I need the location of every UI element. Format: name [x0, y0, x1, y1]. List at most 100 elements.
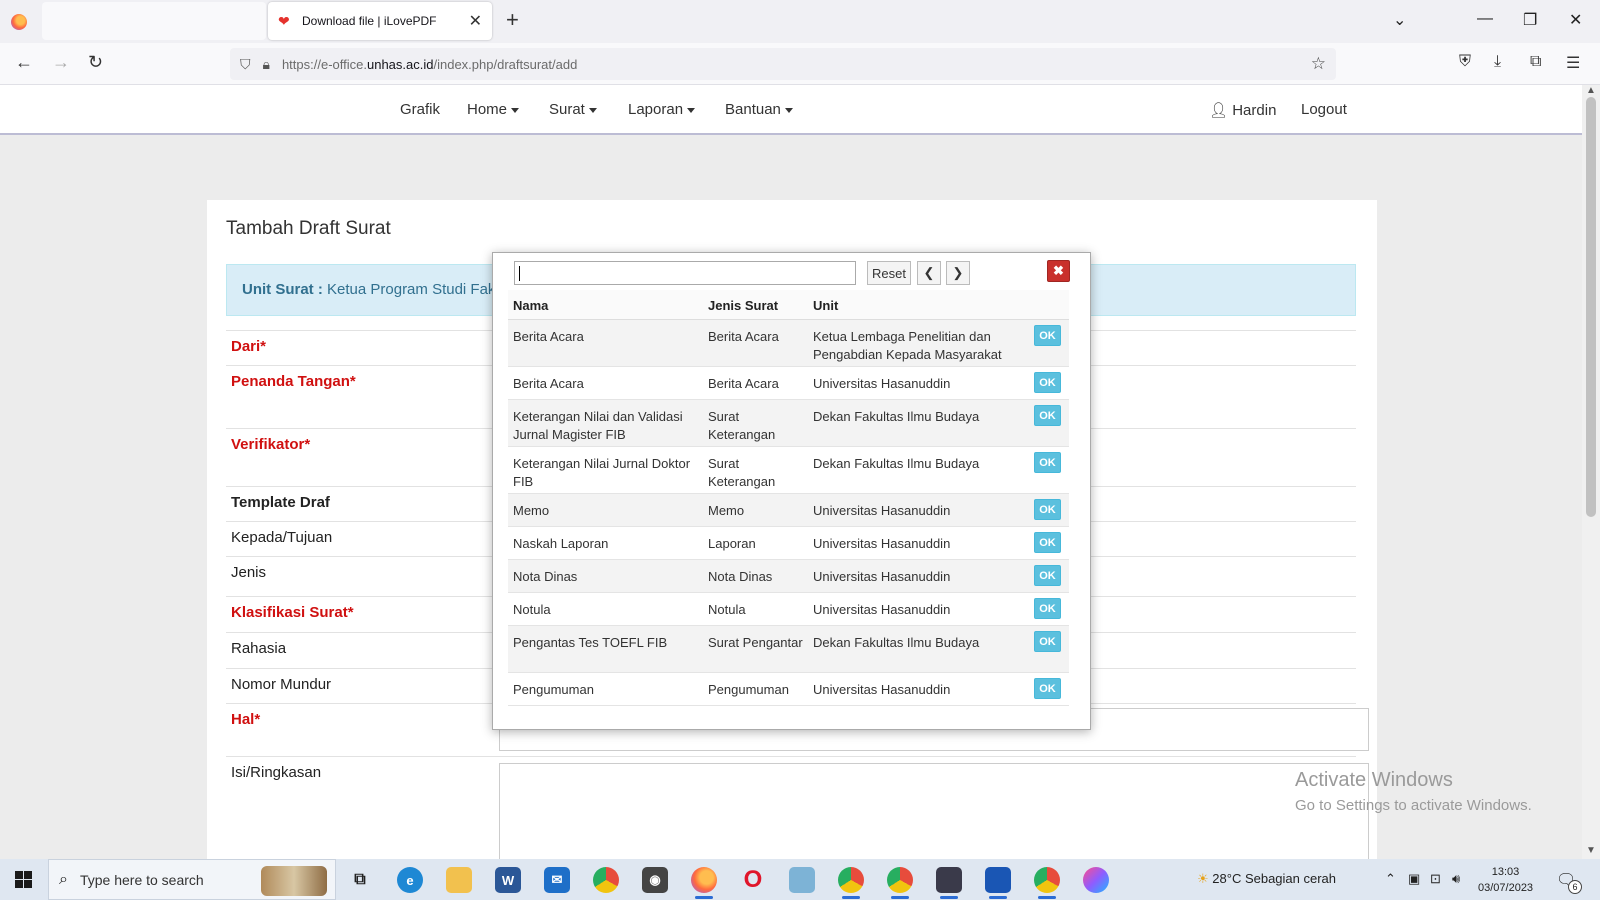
browser-tabbar: ❤ Download file | iLovePDF ✕ + ⌄ — ❐ ✕ — [0, 0, 1600, 43]
firefox-taskbar-icon[interactable] — [691, 867, 717, 899]
scroll-up-icon[interactable]: ▲ — [1586, 85, 1596, 96]
user-menu[interactable]: 👤︎ Hardin — [1209, 101, 1276, 119]
list-tabs-icon[interactable]: ⌄ — [1393, 10, 1406, 30]
word-icon[interactable]: W — [495, 867, 521, 893]
browser-tab-inactive[interactable] — [42, 2, 266, 40]
browser-tab-active[interactable]: ❤ Download file | iLovePDF ✕ — [268, 2, 492, 40]
chrome-profile-u-icon[interactable] — [838, 867, 864, 899]
browser-app-icon[interactable] — [1083, 867, 1109, 893]
extensions-icon[interactable]: ⧉ — [1530, 53, 1541, 71]
nav-surat[interactable]: Surat — [549, 101, 597, 118]
taskbar-clock[interactable]: 13:03 03/07/2023 — [1478, 864, 1533, 896]
label-penanda-tangan: Penanda Tangan* — [231, 373, 356, 390]
nav-laporan[interactable]: Laporan — [628, 101, 696, 118]
activate-windows-title: Activate Windows — [1295, 769, 1453, 791]
ok-select-button[interactable]: OK — [1034, 405, 1061, 426]
cell-unit: Universitas Hasanuddin — [813, 682, 951, 697]
meeting-app-icon[interactable] — [985, 867, 1011, 899]
previous-page-button[interactable]: ❮ — [917, 261, 941, 285]
scroll-thumb[interactable] — [1586, 97, 1596, 517]
caret-down-icon — [511, 107, 520, 113]
edge-icon[interactable]: e — [397, 867, 423, 893]
cell-unit: Dekan Fakultas Ilmu Budaya — [813, 635, 980, 650]
ok-select-button[interactable]: OK — [1034, 325, 1061, 346]
picker-table-row: Pengumuman Pengumuman Universitas Hasanudd… — [508, 673, 1069, 706]
opera-icon[interactable]: O — [740, 866, 766, 893]
close-window-icon[interactable]: ✕ — [1569, 10, 1582, 30]
task-view-icon[interactable]: ⧉ — [347, 867, 373, 893]
restore-icon[interactable]: ❐ — [1523, 10, 1537, 30]
caret-down-icon — [588, 107, 597, 113]
taskbar-search[interactable]: ⌕ Type here to search — [48, 859, 336, 900]
ok-select-button[interactable]: OK — [1034, 565, 1061, 586]
ok-select-button[interactable]: OK — [1034, 678, 1061, 699]
ilovepdf-heart-icon: ❤ — [278, 12, 290, 29]
ok-select-button[interactable]: OK — [1034, 499, 1061, 520]
pocket-icon[interactable]: ⛨ — [1459, 53, 1471, 71]
scroll-down-icon[interactable]: ▼ — [1586, 845, 1596, 856]
nav-bantuan[interactable]: Bantuan — [725, 101, 793, 118]
row-isi: Isi/Ringkasan — [226, 756, 1369, 859]
cell-nama: Keterangan Nilai Jurnal Doktor FIB — [513, 456, 691, 489]
meet-now-icon[interactable]: ▣ — [1408, 871, 1420, 887]
ok-select-button[interactable]: OK — [1034, 631, 1061, 652]
chrome-profile-2-icon[interactable] — [887, 867, 913, 899]
lock-icon[interactable]: 🔒︎ — [263, 56, 270, 73]
close-dialog-button[interactable]: ✖ — [1047, 260, 1070, 282]
cell-jenis: Memo — [708, 503, 745, 518]
camera-icon[interactable]: ◉ — [642, 867, 668, 893]
printer-app-icon[interactable] — [936, 867, 962, 899]
caret-down-icon — [687, 107, 696, 113]
downloads-icon[interactable]: ⤓ — [1494, 53, 1501, 71]
show-hidden-icons-icon[interactable]: ⌃ — [1385, 871, 1396, 887]
network-icon[interactable]: ⊡ — [1430, 871, 1441, 887]
nav-grafik[interactable]: Grafik — [400, 101, 440, 118]
url-bar[interactable]: ⛉ 🔒︎ https://e-office.unhas.ac.id/index.… — [230, 48, 1336, 80]
notes-app-icon[interactable] — [789, 867, 815, 893]
reload-icon[interactable]: ↻ — [88, 52, 103, 73]
picker-table-row: Naskah Laporan Laporan Universitas Hasanud… — [508, 527, 1069, 560]
cell-nama: Pengumuman — [513, 682, 594, 697]
nav-home[interactable]: Home — [467, 101, 520, 118]
picker-table-row: Nota Dinas Nota Dinas Universitas Hasanudd… — [508, 560, 1069, 593]
cell-unit: Universitas Hasanuddin — [813, 503, 951, 518]
menu-icon[interactable]: ☰ — [1566, 53, 1580, 73]
next-page-button[interactable]: ❯ — [946, 261, 970, 285]
shield-icon[interactable]: ⛉ — [240, 56, 251, 73]
close-tab-icon[interactable]: ✕ — [469, 11, 482, 31]
logout-link[interactable]: Logout — [1301, 101, 1347, 118]
ok-select-button[interactable]: OK — [1034, 372, 1061, 393]
cell-unit: Universitas Hasanuddin — [813, 569, 951, 584]
isi-textarea[interactable] — [499, 763, 1369, 859]
back-icon[interactable]: ← — [15, 52, 33, 73]
chrome-profile-h-icon[interactable] — [1034, 867, 1060, 899]
forward-icon[interactable]: → — [52, 52, 70, 73]
url-text[interactable]: https://e-office.unhas.ac.id/index.php/d… — [282, 57, 577, 72]
firefox-icon[interactable] — [11, 14, 27, 30]
minimize-icon[interactable]: — — [1477, 10, 1493, 28]
page-title: Tambah Draft Surat — [226, 218, 391, 239]
site-header: Grafik Home Surat Laporan Bantuan 👤︎ Har… — [0, 85, 1582, 135]
new-tab-icon[interactable]: + — [506, 9, 519, 31]
picker-table-row: Berita Acara Berita Acara Ketua Lembaga Pe… — [508, 320, 1069, 367]
volume-icon[interactable]: 🔊︎ — [1452, 871, 1460, 887]
reset-button[interactable]: Reset — [867, 261, 911, 285]
bookmark-star-icon[interactable]: ☆ — [1311, 54, 1326, 74]
label-jenis: Jenis — [231, 564, 267, 581]
page-scrollbar[interactable]: ▲ ▼ — [1582, 85, 1600, 859]
cell-unit: Dekan Fakultas Ilmu Budaya — [813, 456, 980, 471]
mail-icon[interactable]: ✉ — [544, 867, 570, 893]
search-highlight-image — [261, 866, 327, 896]
caret-down-icon — [784, 107, 793, 113]
picker-table-row: Pengantas Tes TOEFL FIB Surat Pengantar De… — [508, 626, 1069, 673]
picker-table-header: Nama Jenis Surat Unit — [508, 290, 1069, 320]
chrome-icon[interactable] — [593, 867, 619, 893]
picker-search-input[interactable] — [514, 261, 856, 285]
ok-select-button[interactable]: OK — [1034, 532, 1061, 553]
file-explorer-icon[interactable] — [446, 867, 472, 893]
cell-unit: Dekan Fakultas Ilmu Budaya — [813, 409, 980, 424]
ok-select-button[interactable]: OK — [1034, 452, 1061, 473]
weather-widget[interactable]: ☀︎ 28°C Sebagian cerah — [1197, 871, 1336, 887]
windows-start-icon[interactable] — [15, 871, 32, 888]
ok-select-button[interactable]: OK — [1034, 598, 1061, 619]
